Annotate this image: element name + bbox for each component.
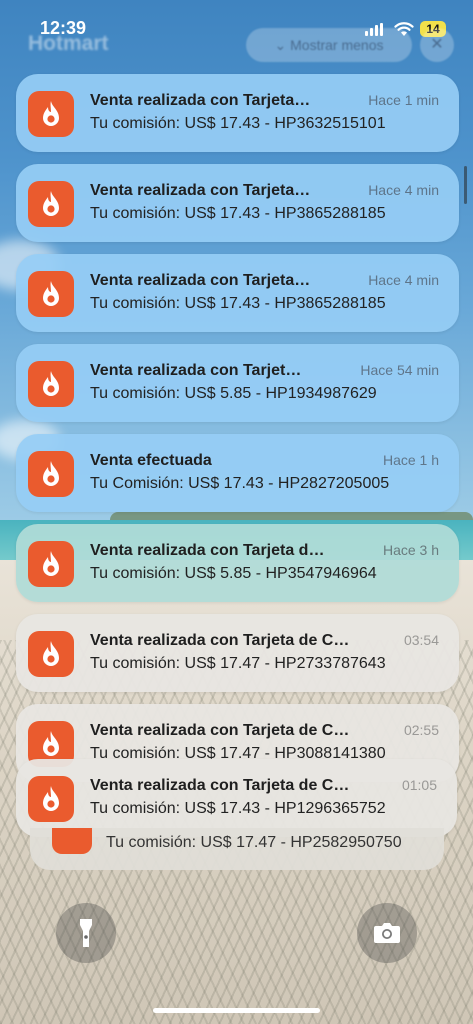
camera-button[interactable] bbox=[357, 903, 417, 963]
hotmart-flame-icon bbox=[28, 541, 74, 587]
notification-body: Tu Comisión: US$ 17.43 - HP2827205005 bbox=[90, 475, 390, 492]
hotmart-flame-icon bbox=[28, 361, 74, 407]
notification-card[interactable]: Venta realizada con Tarjeta… Hace 4 min Tu… bbox=[16, 254, 459, 332]
notification-time: Hace 54 min bbox=[360, 362, 439, 378]
hotmart-flame-icon bbox=[28, 631, 74, 677]
close-group-button[interactable]: ✕ bbox=[420, 28, 454, 62]
home-indicator[interactable] bbox=[153, 1008, 320, 1013]
notification-title: Venta realizada con Tarjeta de C… bbox=[90, 777, 350, 794]
flashlight-icon bbox=[80, 919, 92, 947]
notification-time: Hace 4 min bbox=[368, 182, 439, 198]
notification-card[interactable]: Venta realizada con Tarjeta d… Hace 3 h Tu… bbox=[16, 524, 459, 602]
notification-time: Hace 4 min bbox=[368, 272, 439, 288]
notification-body: Tu comisión: US$ 17.43 - HP3632515101 bbox=[90, 115, 386, 132]
notification-card[interactable]: Venta realizada con Tarjeta de C… 03:54 Tu… bbox=[16, 614, 459, 692]
notification-body: Tu comisión: US$ 17.43 - HP3865288185 bbox=[90, 205, 386, 222]
notification-title: Venta realizada con Tarjeta… bbox=[90, 272, 311, 289]
notification-title: Venta realizada con Tarjeta de C… bbox=[90, 722, 350, 739]
notification-title: Venta realizada con Tarjeta d… bbox=[90, 542, 325, 559]
notification-body: Tu comisión: US$ 17.43 - HP3865288185 bbox=[90, 295, 386, 312]
notification-time: Hace 3 h bbox=[382, 542, 439, 558]
notification-card[interactable]: Venta realizada con Tarjeta de C… 01:05 Tu… bbox=[16, 759, 457, 837]
notification-time: 03:54 bbox=[403, 632, 439, 648]
chevron-down-icon: ⌄ bbox=[274, 37, 291, 53]
notification-time: 02:55 bbox=[403, 722, 439, 738]
notification-card[interactable]: Venta realizada con Tarjeta… Hace 4 min Tu… bbox=[16, 164, 459, 242]
notification-title: Venta realizada con Tarjeta… bbox=[90, 182, 311, 199]
notification-title: Venta realizada con Tarjet… bbox=[90, 362, 302, 379]
notification-time: Hace 1 h bbox=[382, 452, 439, 468]
lock-screen-wallpaper bbox=[0, 0, 473, 1024]
notification-time: 01:05 bbox=[401, 777, 437, 793]
notification-body: Tu comisión: US$ 5.85 - HP1934987629 bbox=[90, 385, 377, 402]
notification-title: Venta realizada con Tarjeta de C… bbox=[90, 632, 350, 649]
hotmart-flame-icon bbox=[28, 451, 74, 497]
hotmart-flame-icon bbox=[28, 271, 74, 317]
notification-body: Tu comisión: US$ 17.43 - HP1296365752 bbox=[90, 800, 386, 817]
stacked-notification[interactable]: Tu comisión: US$ 17.47 - HP2582950750 bbox=[30, 828, 444, 870]
notification-card[interactable]: Venta realizada con Tarjet… Hace 54 min Tu… bbox=[16, 344, 459, 422]
notification-card[interactable]: Venta realizada con Tarjeta… Hace 1 min Tu… bbox=[16, 74, 459, 152]
notification-title: Venta realizada con Tarjeta… bbox=[90, 92, 311, 109]
scrollbar[interactable] bbox=[464, 166, 467, 204]
show-less-button[interactable]: ⌄ Mostrar menos bbox=[246, 28, 412, 62]
hotmart-flame-icon bbox=[28, 776, 74, 822]
hotmart-flame-icon bbox=[28, 181, 74, 227]
stacked-notification-body: Tu comisión: US$ 17.47 - HP2582950750 bbox=[106, 834, 402, 851]
show-less-label: Mostrar menos bbox=[290, 37, 384, 53]
notification-body: Tu comisión: US$ 5.85 - HP3547946964 bbox=[90, 565, 377, 582]
notification-group-app-name: Hotmart bbox=[28, 32, 109, 55]
notification-card[interactable]: Venta efectuada Hace 1 h Tu Comisión: US$ … bbox=[16, 434, 459, 512]
flashlight-button[interactable] bbox=[56, 903, 116, 963]
notification-body: Tu comisión: US$ 17.47 - HP2733787643 bbox=[90, 655, 386, 672]
hotmart-flame-icon bbox=[52, 828, 92, 854]
hotmart-flame-icon bbox=[28, 91, 74, 137]
camera-icon bbox=[374, 923, 400, 943]
notification-title: Venta efectuada bbox=[90, 452, 212, 469]
notification-time: Hace 1 min bbox=[368, 92, 439, 108]
